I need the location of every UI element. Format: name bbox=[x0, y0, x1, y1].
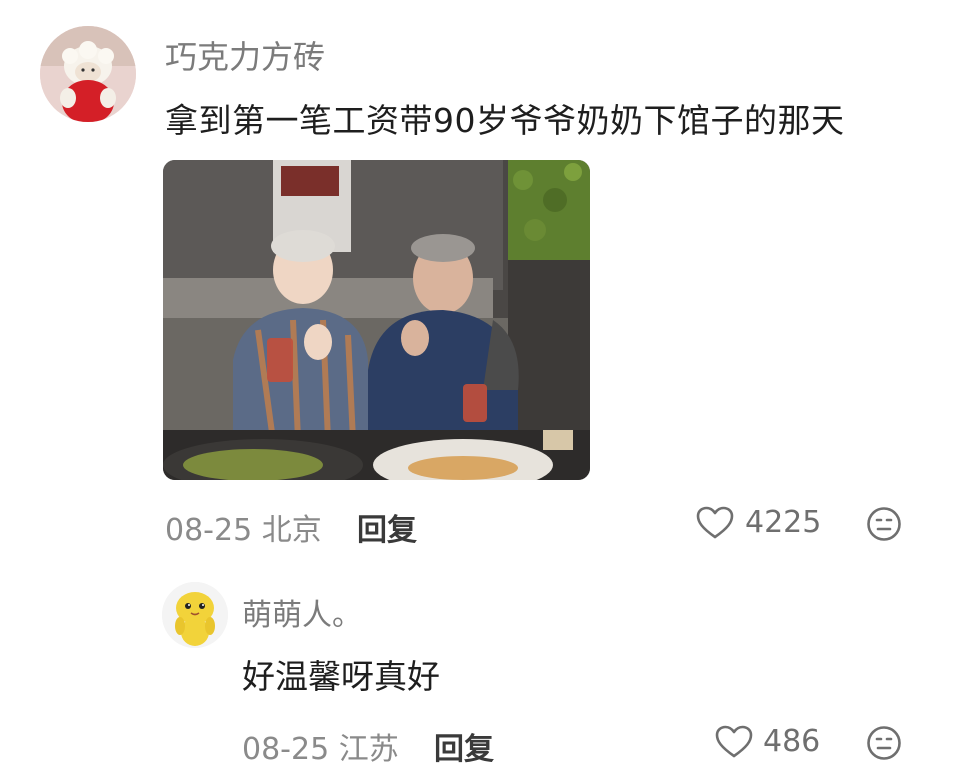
dislike-face-icon[interactable] bbox=[866, 725, 902, 761]
username[interactable]: 巧克力方砖 bbox=[165, 32, 325, 78]
yellow-duck-icon bbox=[162, 582, 228, 648]
username[interactable]: 萌萌人。 bbox=[242, 590, 362, 634]
user-avatar[interactable] bbox=[40, 26, 136, 122]
user-avatar[interactable] bbox=[162, 582, 228, 648]
comment-photo[interactable] bbox=[163, 160, 590, 480]
comment-text: 拿到第一笔工资带90岁爷爷奶奶下馆子的那天 bbox=[165, 101, 845, 140]
like-count: 486 bbox=[763, 724, 821, 759]
lamb-plush-icon bbox=[40, 26, 136, 122]
comment-text: 好温馨呀真好 bbox=[242, 657, 440, 696]
comment-item: 巧克力方砖 拿到第一笔工资带90岁爷爷奶奶下馆子的那天 08-25 北京 回复 … bbox=[0, 0, 960, 560]
heart-icon[interactable] bbox=[715, 725, 753, 759]
dislike-face-icon[interactable] bbox=[866, 506, 902, 542]
like-count: 4225 bbox=[745, 505, 822, 540]
date-location: 08-25 北京 bbox=[165, 513, 322, 548]
reply-button[interactable]: 回复 bbox=[434, 724, 494, 768]
reply-button[interactable]: 回复 bbox=[357, 505, 417, 549]
reply-comment-item: 萌萌人。 好温馨呀真好 08-25 江苏 回复 486 bbox=[0, 560, 960, 782]
heart-icon[interactable] bbox=[696, 506, 734, 540]
photo-elderly-couple-icon bbox=[163, 160, 590, 480]
date-location: 08-25 江苏 bbox=[242, 732, 399, 767]
